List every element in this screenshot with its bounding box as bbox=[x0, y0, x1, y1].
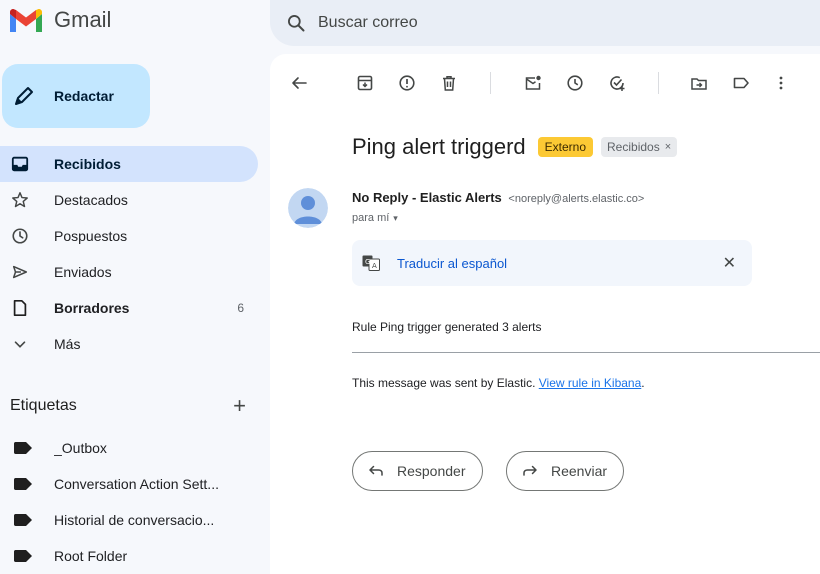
sidebar-item-inbox[interactable]: Recibidos bbox=[0, 146, 258, 182]
label-item-text: _Outbox bbox=[54, 440, 107, 456]
labels-title: Etiquetas bbox=[10, 397, 77, 414]
view-rule-link[interactable]: View rule in Kibana bbox=[539, 376, 642, 390]
labels-header: Etiquetas + bbox=[10, 392, 250, 420]
drafts-count: 6 bbox=[237, 301, 244, 315]
back-arrow-icon[interactable] bbox=[288, 72, 310, 94]
compose-label: Redactar bbox=[54, 88, 114, 104]
sidebar-item-label: Más bbox=[54, 336, 81, 352]
recipient-text: para mí bbox=[352, 212, 390, 224]
translate-link[interactable]: Traducir al español bbox=[397, 256, 507, 271]
sidebar-item-snoozed[interactable]: Pospuestos bbox=[0, 218, 258, 254]
inbox-icon bbox=[10, 154, 30, 174]
add-task-icon[interactable] bbox=[606, 72, 628, 94]
add-label-button[interactable]: + bbox=[233, 393, 250, 419]
gmail-logo[interactable]: Gmail bbox=[8, 2, 111, 38]
sidebar-item-drafts[interactable]: Borradores 6 bbox=[0, 290, 258, 326]
sender-avatar[interactable] bbox=[288, 188, 328, 228]
footer-period: . bbox=[641, 376, 645, 390]
sender-name[interactable]: No Reply - Elastic Alerts bbox=[352, 190, 502, 205]
inbox-label-chip: Recibidos × bbox=[601, 137, 678, 157]
label-item-history[interactable]: Historial de conversacio... bbox=[0, 502, 258, 538]
sidebar-item-label: Borradores bbox=[54, 300, 130, 316]
sidebar-item-sent[interactable]: Enviados bbox=[0, 254, 258, 290]
snooze-icon[interactable] bbox=[564, 72, 586, 94]
subject-row: Ping alert triggerd Externo Recibidos × bbox=[352, 134, 678, 160]
label-item-text: Conversation Action Sett... bbox=[54, 476, 219, 492]
forward-button[interactable]: Reenviar bbox=[506, 451, 625, 491]
delete-icon[interactable] bbox=[438, 72, 460, 94]
forward-icon bbox=[523, 465, 537, 476]
app-name: Gmail bbox=[54, 7, 112, 32]
gmail-m-icon bbox=[10, 9, 42, 32]
reply-button[interactable]: Responder bbox=[352, 451, 483, 491]
sidebar-nav: Recibidos Destacados Pospuestos Enviados… bbox=[0, 146, 258, 362]
search-input[interactable] bbox=[318, 14, 718, 32]
translate-bar: G A Traducir al español ✕ bbox=[352, 240, 752, 286]
star-icon bbox=[10, 190, 30, 210]
email-subject: Ping alert triggerd bbox=[352, 134, 526, 159]
reply-icon bbox=[369, 465, 383, 476]
label-tag-icon bbox=[14, 550, 32, 562]
pencil-icon bbox=[15, 87, 33, 105]
label-tag-icon bbox=[14, 478, 32, 490]
sidebar-item-starred[interactable]: Destacados bbox=[0, 182, 258, 218]
translate-icon: G A bbox=[362, 255, 380, 271]
toolbar-divider bbox=[490, 72, 491, 94]
sidebar-item-label: Pospuestos bbox=[54, 228, 128, 244]
label-item-outbox[interactable]: _Outbox bbox=[0, 430, 258, 466]
search-icon[interactable] bbox=[286, 13, 306, 33]
translate-close-button[interactable]: ✕ bbox=[723, 253, 736, 273]
svg-text:A: A bbox=[372, 262, 377, 270]
sidebar-item-more[interactable]: Más bbox=[0, 326, 258, 362]
recipient-line: para mí ▾ bbox=[352, 212, 398, 224]
more-vert-icon[interactable] bbox=[770, 72, 792, 94]
label-item-text: Root Folder bbox=[54, 548, 128, 564]
toolbar-divider bbox=[658, 72, 659, 94]
sidebar-item-label: Destacados bbox=[54, 192, 128, 208]
compose-button[interactable]: Redactar bbox=[2, 64, 150, 128]
sender-line: No Reply - Elastic Alerts <noreply@alert… bbox=[352, 190, 644, 205]
remove-label-button[interactable]: × bbox=[665, 141, 671, 153]
draft-icon bbox=[10, 298, 30, 318]
message-toolbar bbox=[270, 54, 820, 110]
email-body-line: Rule Ping trigger generated 3 alerts bbox=[352, 320, 542, 334]
chevron-down-icon bbox=[10, 334, 30, 354]
sidebar-item-label: Enviados bbox=[54, 264, 112, 280]
inbox-chip-text: Recibidos bbox=[607, 140, 660, 154]
search-bar[interactable] bbox=[270, 0, 820, 46]
send-icon bbox=[10, 262, 30, 282]
sidebar-item-label: Recibidos bbox=[54, 156, 121, 172]
archive-icon[interactable] bbox=[354, 72, 376, 94]
label-tag-icon bbox=[14, 442, 32, 454]
mark-unread-icon[interactable] bbox=[522, 72, 544, 94]
label-item-root-folder[interactable]: Root Folder bbox=[0, 538, 258, 574]
forward-label: Reenviar bbox=[551, 463, 608, 479]
recipient-details-toggle[interactable]: ▾ bbox=[393, 213, 398, 224]
external-chip: Externo bbox=[537, 137, 594, 157]
footer-text: This message was sent by Elastic. bbox=[352, 376, 539, 390]
label-icon[interactable] bbox=[730, 72, 752, 94]
labels-list: _Outbox Conversation Action Sett... Hist… bbox=[0, 430, 258, 574]
label-item-conversation-action[interactable]: Conversation Action Sett... bbox=[0, 466, 258, 502]
body-divider bbox=[352, 352, 820, 353]
move-to-icon[interactable] bbox=[688, 72, 710, 94]
svg-text:G: G bbox=[365, 258, 370, 266]
label-item-text: Historial de conversacio... bbox=[54, 512, 215, 528]
default-avatar-icon bbox=[288, 188, 328, 228]
label-tag-icon bbox=[14, 514, 32, 526]
reply-label: Responder bbox=[397, 463, 466, 479]
clock-icon bbox=[10, 226, 30, 246]
sender-email: <noreply@alerts.elastic.co> bbox=[508, 193, 645, 205]
report-spam-icon[interactable] bbox=[396, 72, 418, 94]
message-view: Ping alert triggerd Externo Recibidos × … bbox=[270, 54, 820, 574]
email-body-footer: This message was sent by Elastic. View r… bbox=[352, 376, 645, 390]
